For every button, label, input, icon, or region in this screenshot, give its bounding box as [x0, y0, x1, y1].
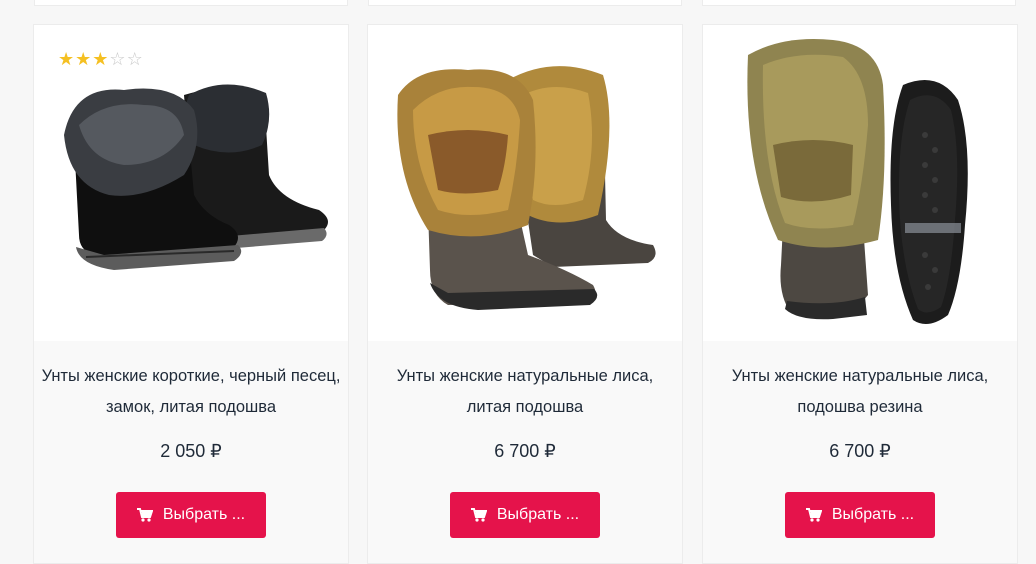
select-button-label: Выбрать ...: [496, 506, 580, 523]
product-image[interactable]: [703, 25, 1017, 341]
previous-row-card-edge: [702, 0, 1016, 6]
product-card: ★ ★ ★ ☆ ☆ Унты женские короткие, черный песе…: [33, 24, 349, 564]
rating-stars: ★ ★ ★ ☆ ☆: [58, 51, 143, 69]
product-title[interactable]: Унты женские натуральные лиса, подошва р…: [703, 361, 1017, 423]
product-card: Унты женские натуральные лиса, подошва р…: [702, 24, 1018, 564]
select-button-label: Выбрать ...: [831, 506, 915, 523]
product-price: 2 050 ₽: [160, 441, 222, 461]
product-title-line[interactable]: Унты женские короткие, черный песец,: [34, 361, 348, 392]
product-title-line[interactable]: замок, литая подошва: [34, 392, 348, 423]
cart-icon: [136, 508, 153, 522]
star-icon: ★: [58, 49, 75, 70]
star-icon: ☆: [126, 49, 143, 70]
cart-icon: [805, 508, 822, 522]
product-title-line[interactable]: подошва резина: [703, 392, 1017, 423]
product-card: Унты женские натуральные лиса, литая под…: [367, 24, 683, 564]
star-icon: ★: [92, 49, 109, 70]
select-button[interactable]: Выбрать ...: [450, 492, 600, 538]
product-price: 6 700 ₽: [494, 441, 556, 461]
previous-row-card-edge: [368, 0, 682, 6]
select-button[interactable]: Выбрать ...: [116, 492, 266, 538]
select-button[interactable]: Выбрать ...: [785, 492, 935, 538]
boot-image-fox-rubber-sole: [747, 39, 968, 324]
product-price: 6 700 ₽: [829, 441, 891, 461]
product-image[interactable]: [34, 25, 348, 341]
product-title-line[interactable]: Унты женские натуральные лиса,: [368, 361, 682, 392]
product-image[interactable]: [368, 25, 682, 341]
star-icon: ☆: [109, 49, 126, 70]
product-title-line[interactable]: литая подошва: [368, 392, 682, 423]
boot-image-red-fox: [397, 66, 656, 310]
cart-icon: [470, 508, 487, 522]
select-button-label: Выбрать ...: [162, 506, 246, 523]
product-title[interactable]: Унты женские короткие, черный песец, зам…: [34, 361, 348, 423]
product-title-line[interactable]: Унты женские натуральные лиса,: [703, 361, 1017, 392]
star-icon: ★: [75, 49, 92, 70]
product-title[interactable]: Унты женские натуральные лиса, литая под…: [368, 361, 682, 423]
previous-row-card-edge: [34, 0, 348, 6]
boot-image-black-fox: [64, 84, 328, 270]
